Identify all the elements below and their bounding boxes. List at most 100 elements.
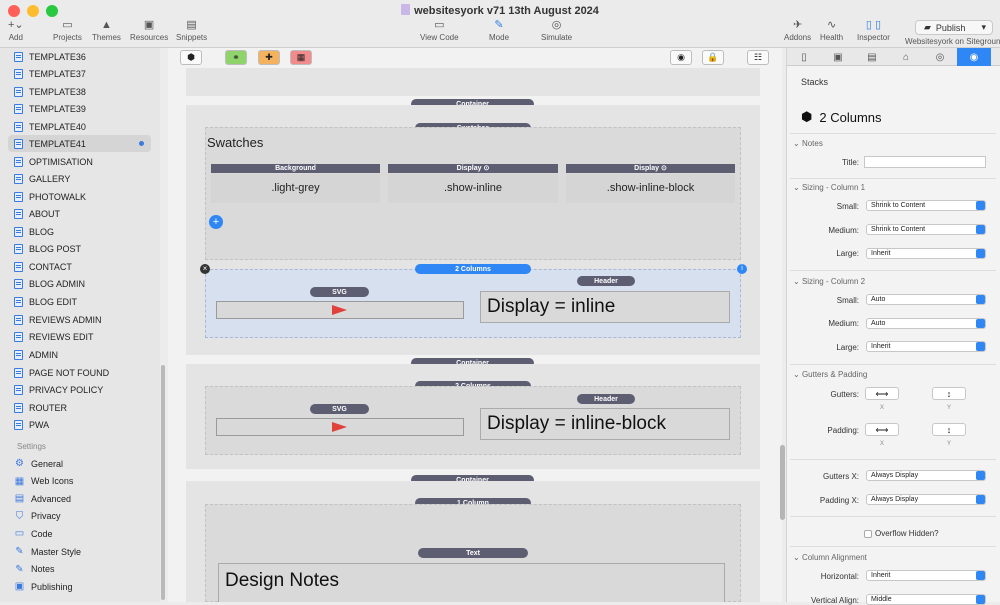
simulate-button[interactable]: ◎ Simulate — [541, 18, 572, 42]
small-select-1[interactable]: Shrink to Content — [866, 200, 986, 211]
settings-item-publishing[interactable]: ▣ Publishing — [8, 578, 151, 595]
sidebar-page-item[interactable]: OPTIMISATION — [8, 153, 151, 170]
settings-item-notes[interactable]: ✎ Notes — [8, 561, 151, 578]
web-icons-icon: ▦ — [14, 475, 25, 487]
settings-item-general[interactable]: ⚙ General — [8, 455, 151, 472]
text-label[interactable]: Text — [418, 548, 528, 558]
group-sizing-column-2[interactable]: ⌄ Sizing - Column 2 — [793, 277, 865, 286]
gutters-x-button[interactable]: ⟷ — [865, 387, 899, 400]
tab-page[interactable]: ▯ — [787, 48, 821, 66]
tab-stack-settings[interactable]: ◉ — [957, 48, 991, 66]
page-icon — [14, 121, 23, 132]
padding-x-button[interactable]: ⟷ — [865, 423, 899, 436]
close-icon[interactable]: × — [200, 264, 210, 274]
group-column-alignment[interactable]: ⌄ Column Alignment — [793, 553, 867, 562]
projects-button[interactable]: ▭ Projects — [53, 18, 82, 42]
design-notes-text[interactable]: Design Notes — [218, 563, 725, 602]
group-gutters-padding[interactable]: ⌄ Gutters & Padding — [793, 370, 867, 379]
divider — [790, 364, 996, 365]
add-stack-button[interactable]: + — [209, 215, 223, 229]
settings-item-master-style[interactable]: ✎ Master Style — [8, 543, 151, 560]
medium-select-2[interactable]: Auto — [866, 318, 986, 329]
sidebar-page-item[interactable]: TEMPLATE40 — [8, 118, 151, 135]
sidebar-page-item[interactable]: CONTACT — [8, 258, 151, 275]
resources-button[interactable]: ▣ Resources — [130, 18, 168, 42]
info-icon[interactable]: i — [737, 264, 747, 274]
tab-layout[interactable]: ▣ — [821, 48, 855, 66]
inspector-title-text: 2 Columns — [819, 109, 882, 125]
sidebar-page-item[interactable]: TEMPLATE41 — [8, 135, 151, 152]
sidebar-page-item[interactable]: TEMPLATE38 — [8, 83, 151, 100]
sidebar-page-item[interactable]: ADMIN — [8, 346, 151, 363]
gutters-x-select[interactable]: Always Display — [866, 470, 986, 481]
sidebar-page-item[interactable]: REVIEWS EDIT — [8, 328, 151, 345]
add-button[interactable]: +⌄ Add — [8, 18, 24, 42]
sidebar-page-item[interactable]: BLOG POST — [8, 240, 151, 257]
cube-stack-button[interactable]: ⬢ — [180, 50, 202, 65]
snippets-button[interactable]: ▤ Snippets — [176, 18, 207, 42]
settings-item-code[interactable]: ▭ Code — [8, 525, 151, 542]
publish-button[interactable]: ▰ Publish ▾ — [915, 20, 993, 35]
group-notes[interactable]: ⌄ Notes — [793, 139, 823, 148]
group-sizing-column-1[interactable]: ⌄ Sizing - Column 1 — [793, 183, 865, 192]
padding-x-sublabel: X — [880, 441, 885, 447]
padding-y-button[interactable]: ↕ — [932, 423, 966, 436]
sidebar-page-item[interactable]: BLOG EDIT — [8, 293, 151, 310]
overflow-hidden-checkbox[interactable] — [864, 530, 872, 538]
sidebar-scrollbar[interactable] — [161, 365, 165, 600]
large-select-1[interactable]: Inherit — [866, 248, 986, 259]
sidebar-page-item[interactable]: PWA — [8, 416, 151, 433]
sidebar-page-item[interactable]: TEMPLATE39 — [8, 100, 151, 117]
header-display-inline-block[interactable]: Display = inline-block — [480, 408, 730, 440]
gutters-y-button[interactable]: ↕ — [932, 387, 966, 400]
settings-item-privacy[interactable]: ⛉ Privacy — [8, 508, 151, 525]
simulate-label: Simulate — [541, 33, 573, 42]
sidebar-page-item[interactable]: BLOG — [8, 223, 151, 240]
top-container[interactable] — [186, 68, 760, 96]
sidebar-page-item[interactable]: BLOG ADMIN — [8, 275, 151, 292]
canvas-scrollbar[interactable] — [780, 445, 785, 520]
sidebar-page-item[interactable]: TEMPLATE36 — [8, 48, 151, 65]
preview-button[interactable]: ◉ — [670, 50, 692, 65]
swatch-show-inline[interactable]: .show-inline — [388, 174, 558, 203]
swatch-light-grey[interactable]: .light-grey — [211, 174, 380, 203]
sidebar-page-item[interactable]: TEMPLATE37 — [8, 65, 151, 82]
two-columns-label-selected[interactable]: 2 Columns — [415, 264, 531, 274]
sidebar-page-item[interactable]: PRIVACY POLICY — [8, 381, 151, 398]
addons-button[interactable]: ✈ Addons — [784, 18, 811, 42]
settings-sliders-button[interactable]: ☷ — [747, 50, 769, 65]
swatch-show-inline-block[interactable]: .show-inline-block — [566, 174, 735, 203]
sidebar-page-item[interactable]: ABOUT — [8, 205, 151, 222]
orange-stack-button[interactable]: ✚ — [258, 50, 280, 65]
settings-item-web-icons[interactable]: ▦ Web Icons — [8, 473, 151, 490]
themes-button[interactable]: ▲ Themes — [92, 18, 121, 42]
view-code-button[interactable]: ▭ View Code — [420, 18, 459, 42]
vertical-align-select[interactable]: Middle — [866, 594, 986, 605]
small-select-2[interactable]: Auto — [866, 294, 986, 305]
sidebar-page-item[interactable]: ROUTER — [8, 399, 151, 416]
sidebar-page-item[interactable]: PAGE NOT FOUND — [8, 364, 151, 381]
sidebar-page-item[interactable]: REVIEWS ADMIN — [8, 311, 151, 328]
title-field[interactable] — [864, 156, 986, 168]
green-stack-button[interactable]: ⚭ — [225, 50, 247, 65]
tab-target[interactable]: ◎ — [923, 48, 957, 66]
padding-x-select[interactable]: Always Display — [866, 494, 986, 505]
mode-button[interactable]: ✎ Mode — [489, 18, 509, 42]
medium-select-1[interactable]: Shrink to Content — [866, 224, 986, 235]
header-display-inline[interactable]: Display = inline — [480, 291, 730, 323]
tab-grid[interactable]: ▤ — [855, 48, 889, 66]
page-icon — [14, 86, 23, 97]
tab-tag[interactable]: ⌂ — [889, 48, 923, 66]
sidebar-page-item[interactable]: PHOTOWALK — [8, 188, 151, 205]
header-label-1[interactable]: Header — [577, 276, 635, 286]
sidebar-page-item[interactable]: GALLERY — [8, 170, 151, 187]
horizontal-select[interactable]: Inherit — [866, 570, 986, 581]
header-label-2[interactable]: Header — [577, 394, 635, 404]
settings-item-advanced[interactable]: ▤ Advanced — [8, 490, 151, 507]
health-button[interactable]: ∿ Health — [820, 18, 843, 42]
inspector-button[interactable]: ▯ ▯ Inspector — [857, 18, 890, 42]
red-stack-button[interactable]: ▦ — [290, 50, 312, 65]
lock-button[interactable]: 🔒 — [702, 50, 724, 65]
padding-x-label: Padding X: — [819, 496, 859, 505]
large-select-2[interactable]: Inherit — [866, 341, 986, 352]
